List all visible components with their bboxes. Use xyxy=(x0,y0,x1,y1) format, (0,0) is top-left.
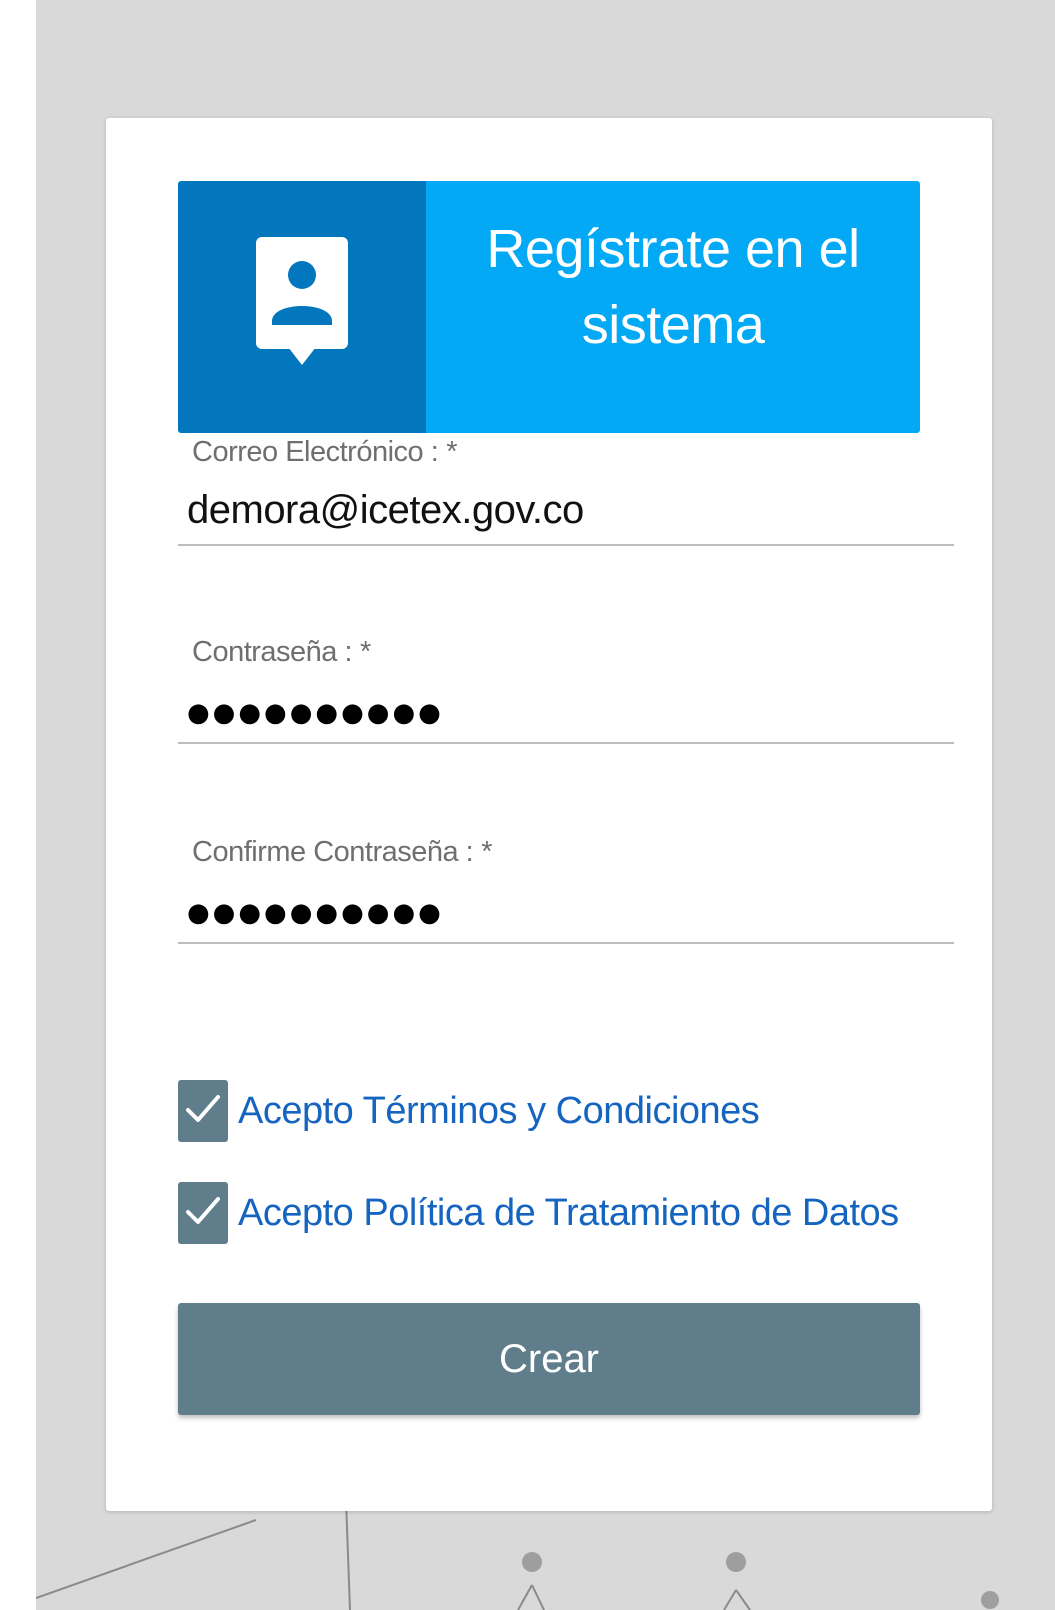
confirm-password-label-text: Confirme Contraseña : xyxy=(192,836,474,868)
banner-icon-panel xyxy=(178,181,426,433)
user-contact-icon xyxy=(254,236,350,378)
required-mark: * xyxy=(481,836,493,868)
banner-title-panel: Regístrate en el sistema xyxy=(426,181,920,433)
checkmark-icon xyxy=(185,1094,221,1129)
confirm-password-label: Confirme Contraseña : * xyxy=(192,836,493,869)
page-title: Regístrate en el sistema xyxy=(486,219,860,355)
required-mark: * xyxy=(360,636,371,668)
password-label-text: Contraseña : xyxy=(192,636,353,668)
password-underline xyxy=(178,742,954,744)
password-field[interactable]: ●●●●●●●●●● xyxy=(187,698,444,728)
terms-link[interactable]: Acepto Términos y Condiciones xyxy=(238,1090,760,1133)
required-mark: * xyxy=(446,436,458,468)
confirm-password-field[interactable]: ●●●●●●●●●● xyxy=(187,898,444,928)
email-field[interactable]: demora@icetex.gov.co xyxy=(187,488,584,533)
terms-checkbox[interactable] xyxy=(178,1080,228,1142)
password-label: Contraseña : * xyxy=(192,636,371,669)
email-label: Correo Electrónico : * xyxy=(192,436,458,469)
privacy-checkbox-row[interactable]: Acepto Política de Tratamiento de Datos xyxy=(178,1182,899,1244)
terms-checkbox-row[interactable]: Acepto Términos y Condiciones xyxy=(178,1080,760,1142)
privacy-checkbox[interactable] xyxy=(178,1182,228,1244)
email-label-text: Correo Electrónico : xyxy=(192,436,439,468)
password-field-group: Contraseña : * ●●●●●●●●●● xyxy=(178,636,954,746)
privacy-policy-link[interactable]: Acepto Política de Tratamiento de Datos xyxy=(238,1192,899,1235)
confirm-password-field-group: Confirme Contraseña : * ●●●●●●●●●● xyxy=(178,836,954,946)
email-field-group: Correo Electrónico : * demora@icetex.gov.… xyxy=(178,436,954,546)
confirm-password-underline xyxy=(178,942,954,944)
create-account-button[interactable]: Crear xyxy=(178,1303,920,1415)
email-underline xyxy=(178,544,954,546)
register-banner: Regístrate en el sistema xyxy=(178,181,920,433)
checkmark-icon xyxy=(185,1196,221,1231)
register-card: Regístrate en el sistema Correo Electrón… xyxy=(106,118,992,1511)
